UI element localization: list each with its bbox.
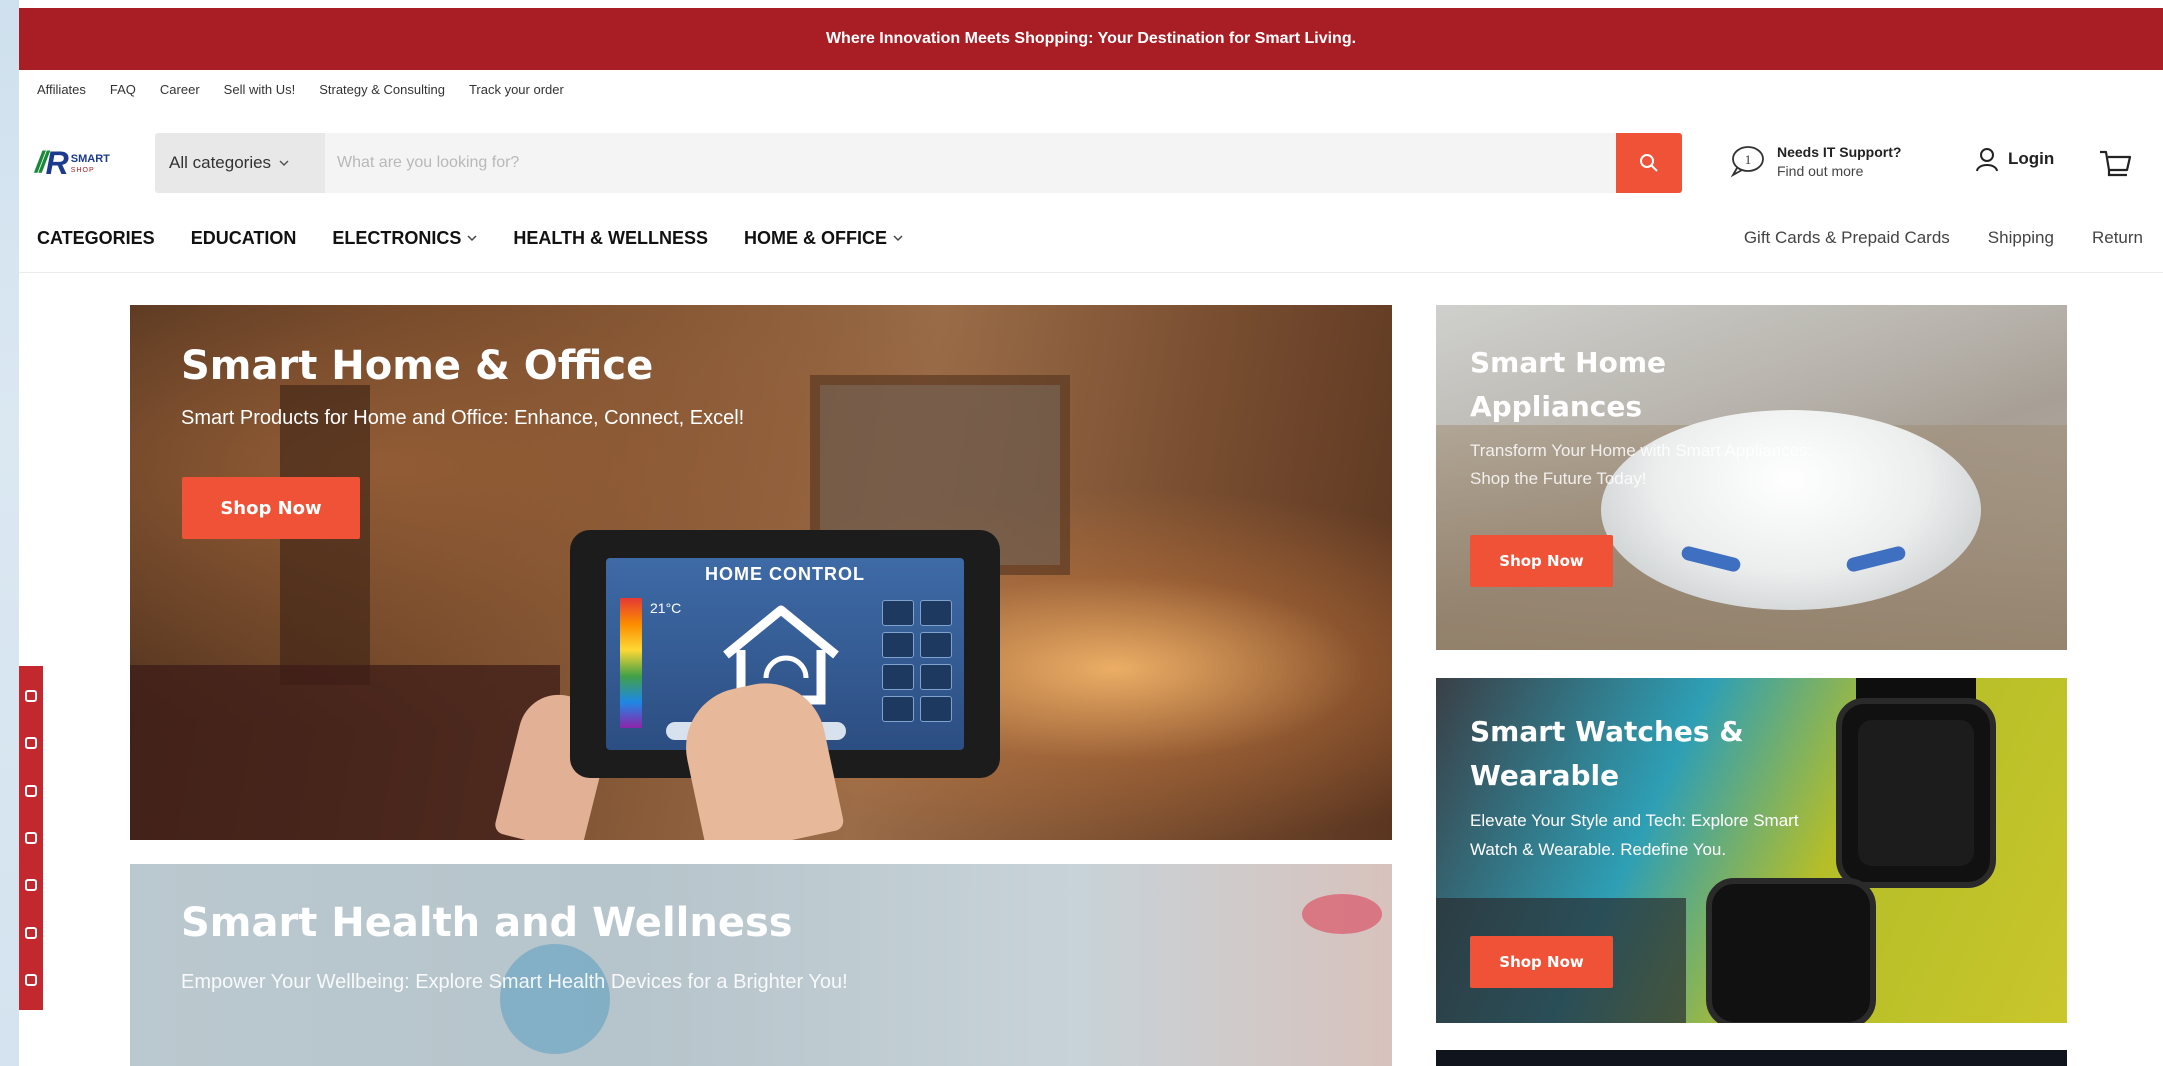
top-links: Affiliates FAQ Career Sell with Us! Stra… [37,78,564,100]
smartwatch-image [1706,878,1876,1023]
share-icon[interactable] [25,974,37,987]
cart-icon[interactable] [2097,146,2133,182]
logo-text: SMART [70,152,110,165]
top-link-affiliates[interactable]: Affiliates [37,82,86,97]
nav-link-shipping[interactable]: Shipping [1988,228,2054,248]
nav-item-education[interactable]: EDUCATION [191,228,297,249]
facebook-icon[interactable] [25,689,37,702]
logo-subtext: SHOP [70,166,95,174]
pinterest-icon[interactable] [25,926,37,939]
it-support-link[interactable]: 1 Needs IT Support? Find out more [1729,136,1901,186]
top-link-track-order[interactable]: Track your order [469,82,564,97]
support-title: Needs IT Support? [1777,143,1902,160]
chevron-down-icon [467,235,477,242]
banner-bg-couch [130,665,560,840]
whatsapp-icon[interactable] [25,879,37,892]
nav-item-electronics[interactable]: ELECTRONICS [332,228,477,249]
category-select-label: All categories [169,153,272,172]
top-link-faq[interactable]: FAQ [110,82,136,97]
nav-label: ELECTRONICS [332,227,462,248]
twitter-icon[interactable] [25,737,37,750]
main-nav: CATEGORIES EDUCATION ELECTRONICS HEALTH … [19,220,2163,256]
site-logo[interactable]: //R SMART SHOP [35,146,135,180]
nav-link-return[interactable]: Return [2092,228,2143,248]
shop-now-button[interactable]: Shop Now [182,477,360,539]
chat-bubble-icon: 1 [1730,146,1764,178]
screen-title: HOME CONTROL [705,564,865,584]
nav-item-categories[interactable]: CATEGORIES [37,228,155,249]
banner-next-preview[interactable] [1436,1050,2067,1066]
header: //R SMART SHOP All categories 1 N [19,128,2163,198]
nav-label: EDUCATION [190,227,297,248]
banner-title: Smart Health and Wellness [181,900,793,946]
screen-temp: 21°C [650,600,682,616]
banner-home-office[interactable]: HOME CONTROL 21°C Smart Home & Office Sm… [130,305,1392,840]
banner-health-wellness[interactable]: Smart Health and Wellness Empower Your W… [130,864,1392,1066]
shop-now-button[interactable]: Shop Now [1470,535,1613,587]
banner-title: Smart Home & Office [181,343,654,389]
banner-subtitle: Elevate Your Style and Tech: Explore Sma… [1470,811,1799,859]
login-label: Login [2008,149,2055,168]
banner-subtitle: Smart Products for Home and Office: Enha… [181,407,745,429]
top-link-sell[interactable]: Sell with Us! [224,82,296,97]
banner-title-line2: Wearable [1470,759,1620,792]
nav-label: HEALTH & WELLNESS [513,227,709,248]
chevron-down-icon [893,235,903,242]
top-link-career[interactable]: Career [160,82,200,97]
banner-title-line1: Smart Home [1470,346,1667,379]
social-share-strip[interactable] [19,666,43,1010]
banner-bg-lips [1302,894,1382,934]
page: Where Innovation Meets Shopping: Your De… [19,0,2163,1066]
nav-link-gift-cards[interactable]: Gift Cards & Prepaid Cards [1744,228,1950,248]
search-input[interactable] [325,133,1631,193]
banner-home-appliances[interactable]: Smart Home Appliances Transform Your Hom… [1436,305,2067,650]
banner-title-line1: Smart Watches & [1470,715,1744,748]
nav-label: HOME & OFFICE [744,227,888,248]
banner-smart-watches[interactable]: Smart Watches & Wearable Elevate Your St… [1436,678,2067,1023]
announcement-bar: Where Innovation Meets Shopping: Your De… [19,8,2163,70]
nav-label: CATEGORIES [37,227,155,248]
shop-now-button[interactable]: Shop Now [1470,936,1613,988]
email-icon[interactable] [25,831,37,844]
chevron-down-icon [279,160,289,167]
login-button[interactable]: Login [1974,146,2054,172]
linkedin-icon[interactable] [25,784,37,797]
search-button[interactable] [1616,133,1682,193]
smartwatch-image [1836,698,1996,888]
top-link-strategy[interactable]: Strategy & Consulting [319,82,445,97]
category-select[interactable]: All categories [155,133,325,193]
banner-subtitle: Empower Your Wellbeing: Explore Smart He… [181,971,848,993]
thermometer-graphic [620,598,642,728]
search-icon [1640,154,1658,172]
user-icon [1976,148,1998,172]
screen-icon-grid [882,600,952,722]
chat-badge: 1 [1745,152,1752,167]
support-subtitle: Find out more [1777,162,1864,179]
nav-item-home-office[interactable]: HOME & OFFICE [744,228,903,249]
nav-item-health-wellness[interactable]: HEALTH & WELLNESS [513,228,708,249]
nav-divider [19,272,2163,273]
announcement-text: Where Innovation Meets Shopping: Your De… [825,30,1357,47]
banner-title-line2: Appliances [1470,390,1643,423]
banner-subtitle: Transform Your Home with Smart Appliance… [1470,441,1813,488]
